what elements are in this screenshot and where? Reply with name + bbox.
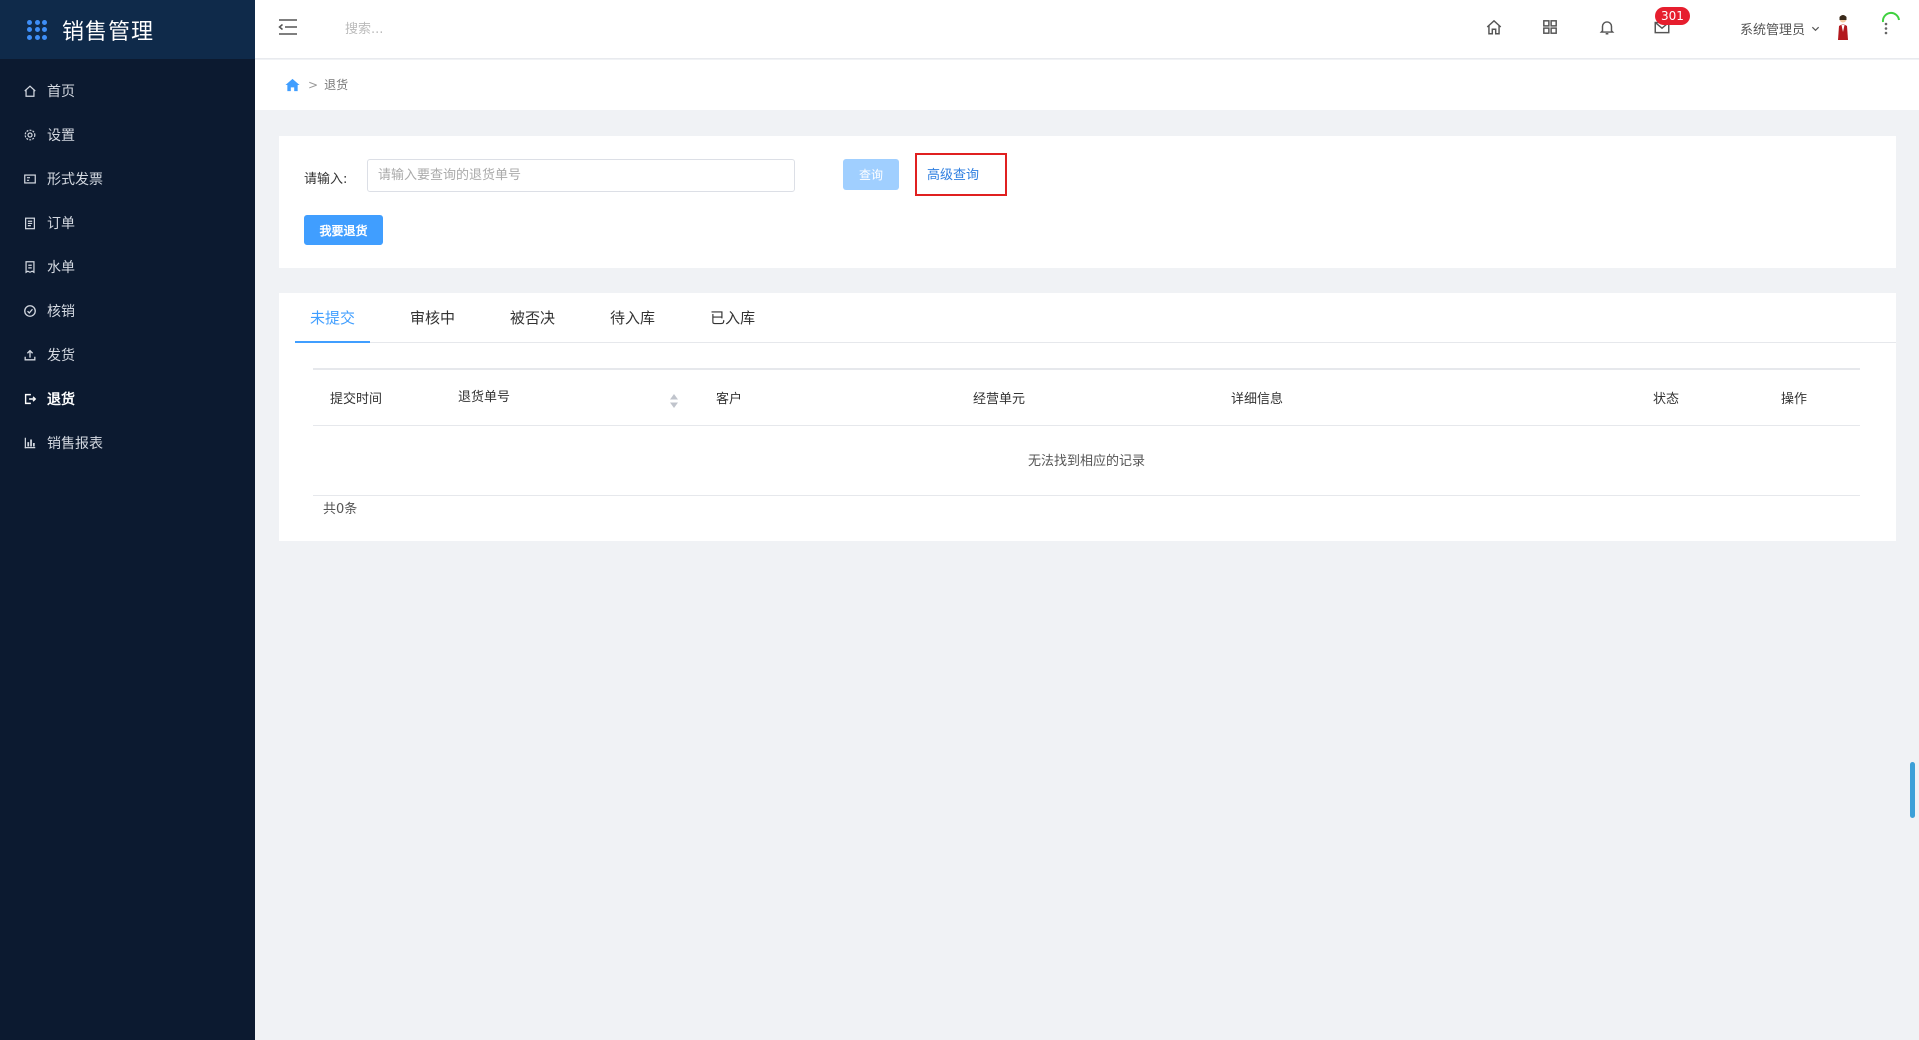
invoice-icon	[23, 172, 37, 186]
sidebar-item-receipts[interactable]: 水单	[0, 245, 255, 289]
empty-message: 无法找到相应的记录	[313, 427, 1860, 496]
advanced-query-link[interactable]: 高级查询	[927, 164, 979, 183]
tab-rejected[interactable]: 被否决	[495, 293, 570, 343]
column-header: 详细信息	[1231, 392, 1284, 407]
sidebar-item-label: 形式发票	[47, 172, 103, 188]
sidebar-item-label: 核销	[47, 304, 75, 320]
bar-chart-icon	[23, 436, 37, 450]
home-icon[interactable]	[1484, 17, 1504, 37]
column-header: 退货单号	[458, 390, 511, 405]
apps-icon[interactable]	[1540, 17, 1560, 37]
breadcrumb-separator: >	[308, 77, 319, 92]
apps-grid-icon[interactable]	[27, 19, 47, 40]
more-options-icon[interactable]	[1883, 16, 1889, 38]
avatar[interactable]	[1836, 14, 1850, 40]
brand: 销售管理	[0, 0, 255, 59]
sidebar-item-label: 水单	[47, 260, 75, 276]
return-number-input[interactable]	[367, 159, 795, 192]
breadcrumb-current: 退货	[324, 78, 349, 92]
sidebar: 销售管理 首页 设置 形式发票 订单 水单 核销 发货 退货 销售报表	[0, 0, 255, 1040]
column-header: 客户	[716, 392, 743, 407]
sidebar-item-label: 发货	[47, 348, 75, 364]
check-circle-icon	[23, 304, 37, 318]
bell-icon[interactable]	[1597, 17, 1617, 37]
home-icon[interactable]	[285, 78, 300, 92]
column-header: 操作	[1781, 392, 1808, 407]
returns-table-panel: 未提交 审核中 被否决 待入库 已入库 提交时间 退货单号 客户 经营单元 详细…	[279, 293, 1896, 541]
table-header: 提交时间 退货单号 客户 经营单元 详细信息 状态 操作	[313, 368, 1860, 426]
sidebar-item-settings[interactable]: 设置	[0, 113, 255, 157]
create-return-button[interactable]: 我要退货	[304, 215, 383, 245]
user-name: 系统管理员	[1740, 23, 1806, 38]
sort-icon[interactable]	[669, 393, 679, 409]
app-title: 销售管理	[62, 19, 155, 45]
sidebar-item-label: 订单	[47, 216, 75, 232]
status-tabs: 未提交 审核中 被否决 待入库 已入库	[295, 293, 1896, 343]
sidebar-item-label: 退货	[47, 392, 75, 408]
clipboard-icon	[23, 216, 37, 230]
tab-pending-inbound[interactable]: 待入库	[595, 293, 670, 343]
breadcrumb: > 退货	[285, 76, 348, 93]
sidebar-item-label: 设置	[47, 128, 75, 144]
input-label: 请输入:	[304, 172, 348, 187]
menu-toggle-icon[interactable]	[278, 18, 298, 36]
sidebar-item-proforma-invoice[interactable]: 形式发票	[0, 157, 255, 201]
sidebar-item-returns[interactable]: 退货	[0, 377, 255, 421]
column-header: 经营单元	[973, 392, 1026, 407]
gear-icon	[23, 128, 37, 142]
scrollbar-thumb[interactable]	[1910, 762, 1915, 818]
sidebar-item-home[interactable]: 首页	[0, 69, 255, 113]
column-header: 状态	[1653, 392, 1680, 407]
query-button[interactable]: 查询	[843, 159, 899, 190]
home-icon	[23, 84, 37, 98]
sidebar-item-label: 首页	[47, 84, 75, 100]
column-header: 提交时间	[330, 392, 383, 407]
record-count: 共0条	[323, 502, 358, 517]
notification-badge: 301	[1655, 7, 1690, 25]
tab-inbound[interactable]: 已入库	[695, 293, 770, 343]
sidebar-item-orders[interactable]: 订单	[0, 201, 255, 245]
logout-icon	[23, 392, 37, 406]
tab-not-submitted[interactable]: 未提交	[295, 293, 371, 343]
chevron-down-icon	[1811, 26, 1820, 32]
sidebar-item-write-off[interactable]: 核销	[0, 289, 255, 333]
breadcrumb-bar: > 退货	[255, 60, 1919, 110]
sidebar-menu: 首页 设置 形式发票 订单 水单 核销 发货 退货 销售报表	[0, 69, 255, 465]
tab-under-review[interactable]: 审核中	[395, 293, 470, 343]
sidebar-item-sales-report[interactable]: 销售报表	[0, 421, 255, 465]
sidebar-item-label: 销售报表	[47, 436, 103, 452]
user-menu[interactable]: 系统管理员	[1740, 19, 1820, 38]
sidebar-item-shipping[interactable]: 发货	[0, 333, 255, 377]
receipt-icon	[23, 260, 37, 274]
upload-icon	[23, 348, 37, 362]
search-panel: 请输入: 查询 高级查询 我要退货	[279, 136, 1896, 268]
search-input[interactable]	[345, 18, 545, 40]
